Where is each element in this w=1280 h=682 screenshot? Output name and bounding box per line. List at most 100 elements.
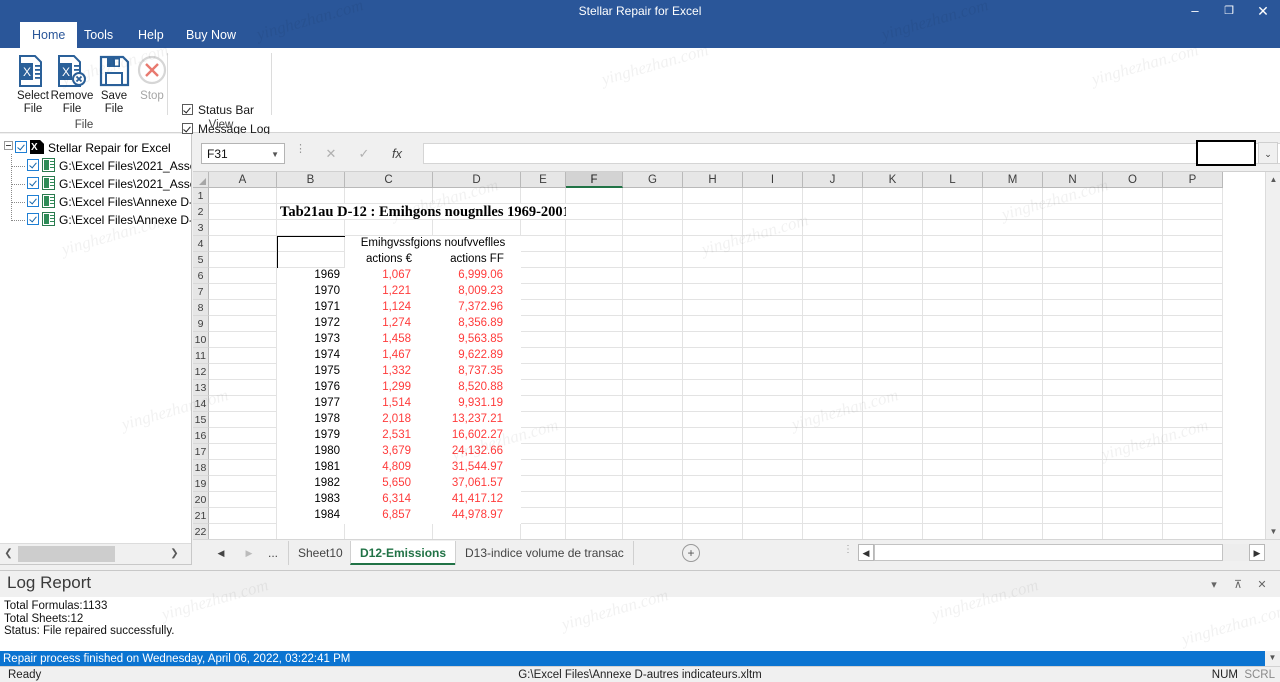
cell-N20[interactable] <box>1043 492 1103 508</box>
column-header-d[interactable]: D <box>433 172 521 188</box>
cell-M3[interactable] <box>983 220 1043 236</box>
cell-D14[interactable]: 9,931.19 <box>433 396 521 412</box>
row-header-15[interactable]: 15 <box>193 412 209 428</box>
cell-H12[interactable] <box>683 364 743 380</box>
cell-F14[interactable] <box>566 396 623 412</box>
cell-F13[interactable] <box>566 380 623 396</box>
checkbox-icon[interactable] <box>27 195 39 207</box>
column-header-m[interactable]: M <box>983 172 1043 188</box>
cell-G3[interactable] <box>623 220 683 236</box>
maximize-button[interactable]: ❐ <box>1212 0 1246 22</box>
cell-O22[interactable] <box>1103 524 1163 539</box>
cell-B7[interactable]: 1970 <box>277 284 345 300</box>
cell-title[interactable]: Tab21au D-12 : Emihgons nougnlles 1969-2… <box>277 204 566 220</box>
cell-N15[interactable] <box>1043 412 1103 428</box>
cell-L3[interactable] <box>923 220 983 236</box>
column-header-e[interactable]: E <box>521 172 566 188</box>
cell-M8[interactable] <box>983 300 1043 316</box>
cell-M21[interactable] <box>983 508 1043 524</box>
cell-I2[interactable] <box>743 204 803 220</box>
cell-H6[interactable] <box>683 268 743 284</box>
cell-A5[interactable] <box>209 252 277 268</box>
cell-L9[interactable] <box>923 316 983 332</box>
cell-H7[interactable] <box>683 284 743 300</box>
tree-item-2[interactable]: G:\Excel Files\Annexe D- <box>27 192 191 210</box>
cell-A2[interactable] <box>209 204 277 220</box>
cell-I17[interactable] <box>743 444 803 460</box>
cell-C19[interactable]: 5,650 <box>345 476 433 492</box>
row-header-9[interactable]: 9 <box>193 316 209 332</box>
cell-B20[interactable]: 1983 <box>277 492 345 508</box>
row-header-22[interactable]: 22 <box>193 524 209 539</box>
cell-B1[interactable] <box>277 188 345 204</box>
cell-K18[interactable] <box>863 460 923 476</box>
cell-N16[interactable] <box>1043 428 1103 444</box>
column-header-l[interactable]: L <box>923 172 983 188</box>
cell-M4[interactable] <box>983 236 1043 252</box>
cell-D12[interactable]: 8,737.35 <box>433 364 521 380</box>
cell-G11[interactable] <box>623 348 683 364</box>
cell-I19[interactable] <box>743 476 803 492</box>
cell-L4[interactable] <box>923 236 983 252</box>
column-header-g[interactable]: G <box>623 172 683 188</box>
cell-F1[interactable] <box>566 188 623 204</box>
cell-P11[interactable] <box>1163 348 1223 364</box>
cell-O11[interactable] <box>1103 348 1163 364</box>
cell-E11[interactable] <box>521 348 566 364</box>
cell-L1[interactable] <box>923 188 983 204</box>
row-header-6[interactable]: 6 <box>193 268 209 284</box>
cell-I9[interactable] <box>743 316 803 332</box>
cell-M18[interactable] <box>983 460 1043 476</box>
cell-H3[interactable] <box>683 220 743 236</box>
cell-O10[interactable] <box>1103 332 1163 348</box>
cell-I20[interactable] <box>743 492 803 508</box>
cell-P17[interactable] <box>1163 444 1223 460</box>
close-button[interactable]: ✕ <box>1246 0 1280 22</box>
row-header-14[interactable]: 14 <box>193 396 209 412</box>
cell-A20[interactable] <box>209 492 277 508</box>
cell-F21[interactable] <box>566 508 623 524</box>
cell-B15[interactable]: 1978 <box>277 412 345 428</box>
row-header-21[interactable]: 21 <box>193 508 209 524</box>
cell-J11[interactable] <box>803 348 863 364</box>
cell-F4[interactable] <box>566 236 623 252</box>
cell-I16[interactable] <box>743 428 803 444</box>
cell-C14[interactable]: 1,514 <box>345 396 433 412</box>
cell-B12[interactable]: 1975 <box>277 364 345 380</box>
cell-J8[interactable] <box>803 300 863 316</box>
cancel-formula-icon[interactable]: ✕ <box>318 143 344 164</box>
formula-focus-box[interactable] <box>1196 140 1256 166</box>
cell-B8[interactable]: 1971 <box>277 300 345 316</box>
cell-O18[interactable] <box>1103 460 1163 476</box>
cell-G6[interactable] <box>623 268 683 284</box>
cell-F19[interactable] <box>566 476 623 492</box>
cell-J4[interactable] <box>803 236 863 252</box>
cell-N10[interactable] <box>1043 332 1103 348</box>
cell-I7[interactable] <box>743 284 803 300</box>
cell-E22[interactable] <box>521 524 566 539</box>
cell-C9[interactable]: 1,274 <box>345 316 433 332</box>
cell-C17[interactable]: 3,679 <box>345 444 433 460</box>
cell-I15[interactable] <box>743 412 803 428</box>
cell-A10[interactable] <box>209 332 277 348</box>
cell-A12[interactable] <box>209 364 277 380</box>
sheet-vertical-scrollbar[interactable]: ▲ ▼ <box>1265 172 1280 539</box>
cell-N19[interactable] <box>1043 476 1103 492</box>
sheet-horizontal-scrollbar-thumb[interactable] <box>874 544 1223 561</box>
sheet-tab-d13-indice[interactable]: D13-indice volume de transac <box>455 541 634 565</box>
cell-H2[interactable] <box>683 204 743 220</box>
cell-A7[interactable] <box>209 284 277 300</box>
cell-F22[interactable] <box>566 524 623 539</box>
insert-function-icon[interactable]: fx <box>384 143 410 164</box>
tabbar-splitter-grip[interactable]: ⋮ <box>843 547 846 559</box>
cell-J6[interactable] <box>803 268 863 284</box>
cell-F7[interactable] <box>566 284 623 300</box>
column-header-n[interactable]: N <box>1043 172 1103 188</box>
column-header-p[interactable]: P <box>1163 172 1223 188</box>
cell-H10[interactable] <box>683 332 743 348</box>
cell-K20[interactable] <box>863 492 923 508</box>
cell-H22[interactable] <box>683 524 743 539</box>
cell-G5[interactable] <box>623 252 683 268</box>
cell-L5[interactable] <box>923 252 983 268</box>
checkbox-icon[interactable] <box>15 141 27 153</box>
